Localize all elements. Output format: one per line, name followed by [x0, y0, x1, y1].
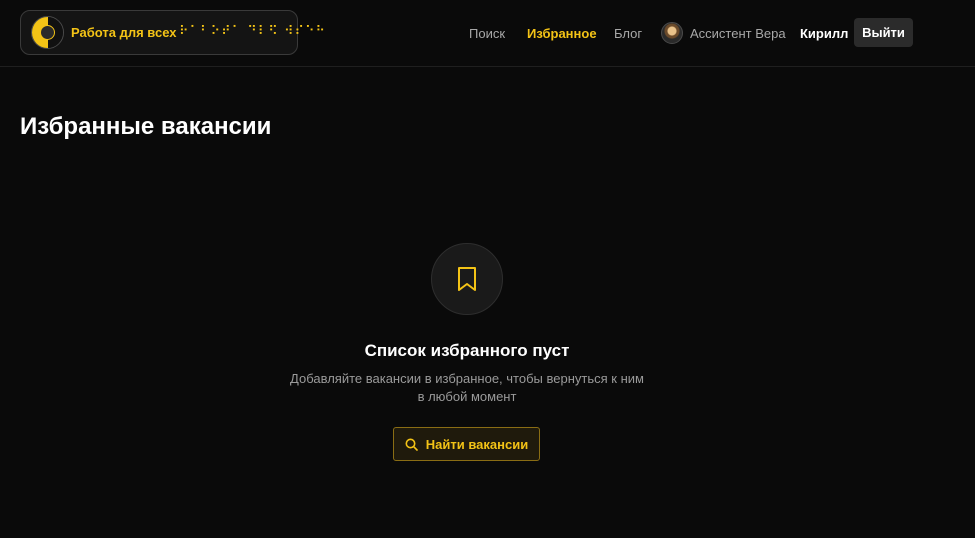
logo-text: Работа для всех: [71, 25, 177, 40]
empty-state-description: Добавляйте вакансии в избранное, чтобы в…: [290, 371, 644, 404]
assistant-avatar: [661, 22, 683, 44]
logo-braille-text: ⠗⠁⠃⠕⠞⠁ ⠙⠇⠫ ⠺⠎⠑⠓: [179, 24, 327, 39]
nav-favorites-link[interactable]: Избранное: [527, 26, 597, 41]
site-header: Работа для всех ⠗⠁⠃⠕⠞⠁ ⠙⠇⠫ ⠺⠎⠑⠓ Поиск Из…: [0, 0, 975, 67]
find-vacancies-label: Найти вакансии: [425, 436, 529, 452]
logout-button[interactable]: Выйти: [854, 18, 913, 47]
search-icon: [405, 438, 418, 451]
nav-search-link[interactable]: Поиск: [469, 26, 505, 41]
empty-state-icon-circle: [431, 243, 503, 315]
find-vacancies-button[interactable]: Найти вакансии: [393, 427, 540, 461]
page-title: Избранные вакансии: [20, 113, 272, 140]
nav-blog-link[interactable]: Блог: [614, 26, 642, 41]
assistant-link[interactable]: Ассистент Вера: [661, 21, 786, 45]
logo-home-link[interactable]: Работа для всех ⠗⠁⠃⠕⠞⠁ ⠙⠇⠫ ⠺⠎⠑⠓: [20, 10, 325, 55]
bookmark-icon: [458, 267, 476, 291]
empty-state-title: Список избранного пуст: [364, 341, 570, 360]
logo-icon: [31, 16, 64, 49]
user-name: Кирилл: [800, 26, 849, 41]
assistant-label: Ассистент Вера: [690, 25, 786, 41]
